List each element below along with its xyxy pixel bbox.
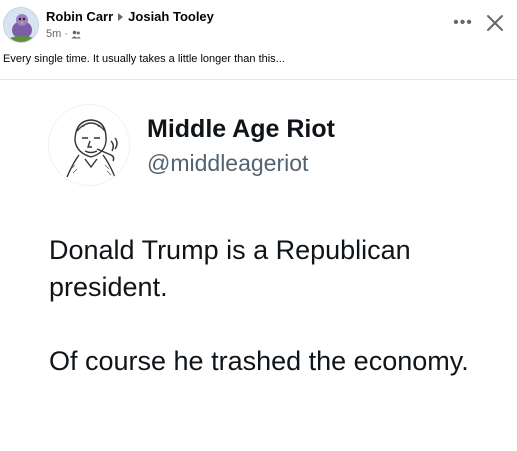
tweet-author-name: Middle Age Riot [147, 115, 335, 143]
post-header: Robin Carr Josiah Tooley 5m · ••• [0, 0, 517, 50]
post-author-line: Robin Carr Josiah Tooley [46, 9, 214, 24]
more-options-icon: ••• [453, 14, 473, 31]
close-icon [487, 15, 503, 31]
tweet-author-avatar [48, 104, 130, 186]
tweet-paragraph: Donald Trump is a Republican president. [49, 235, 411, 302]
tweet-author-handle: @middleageriot [147, 150, 309, 176]
author-avatar[interactable] [3, 7, 39, 43]
friends-icon [71, 30, 81, 38]
shared-image-tweet[interactable]: Middle Age Riot @middleageriot Donald Tr… [0, 80, 517, 451]
tweet-paragraph: Of course he trashed the economy. [49, 346, 469, 376]
more-options-button[interactable]: ••• [452, 12, 474, 34]
author-name[interactable]: Robin Carr [46, 9, 113, 24]
tweet-body: Donald Trump is a Republican president. … [49, 232, 489, 380]
post-meta: 5m · [46, 28, 81, 40]
close-button[interactable] [484, 10, 506, 36]
meta-separator: · [64, 28, 68, 40]
post-timestamp[interactable]: 5m [46, 28, 61, 40]
recipient-name[interactable]: Josiah Tooley [128, 9, 214, 24]
post-caption: Every single time. It usually takes a li… [3, 53, 285, 65]
shared-to-arrow-icon [118, 12, 124, 21]
